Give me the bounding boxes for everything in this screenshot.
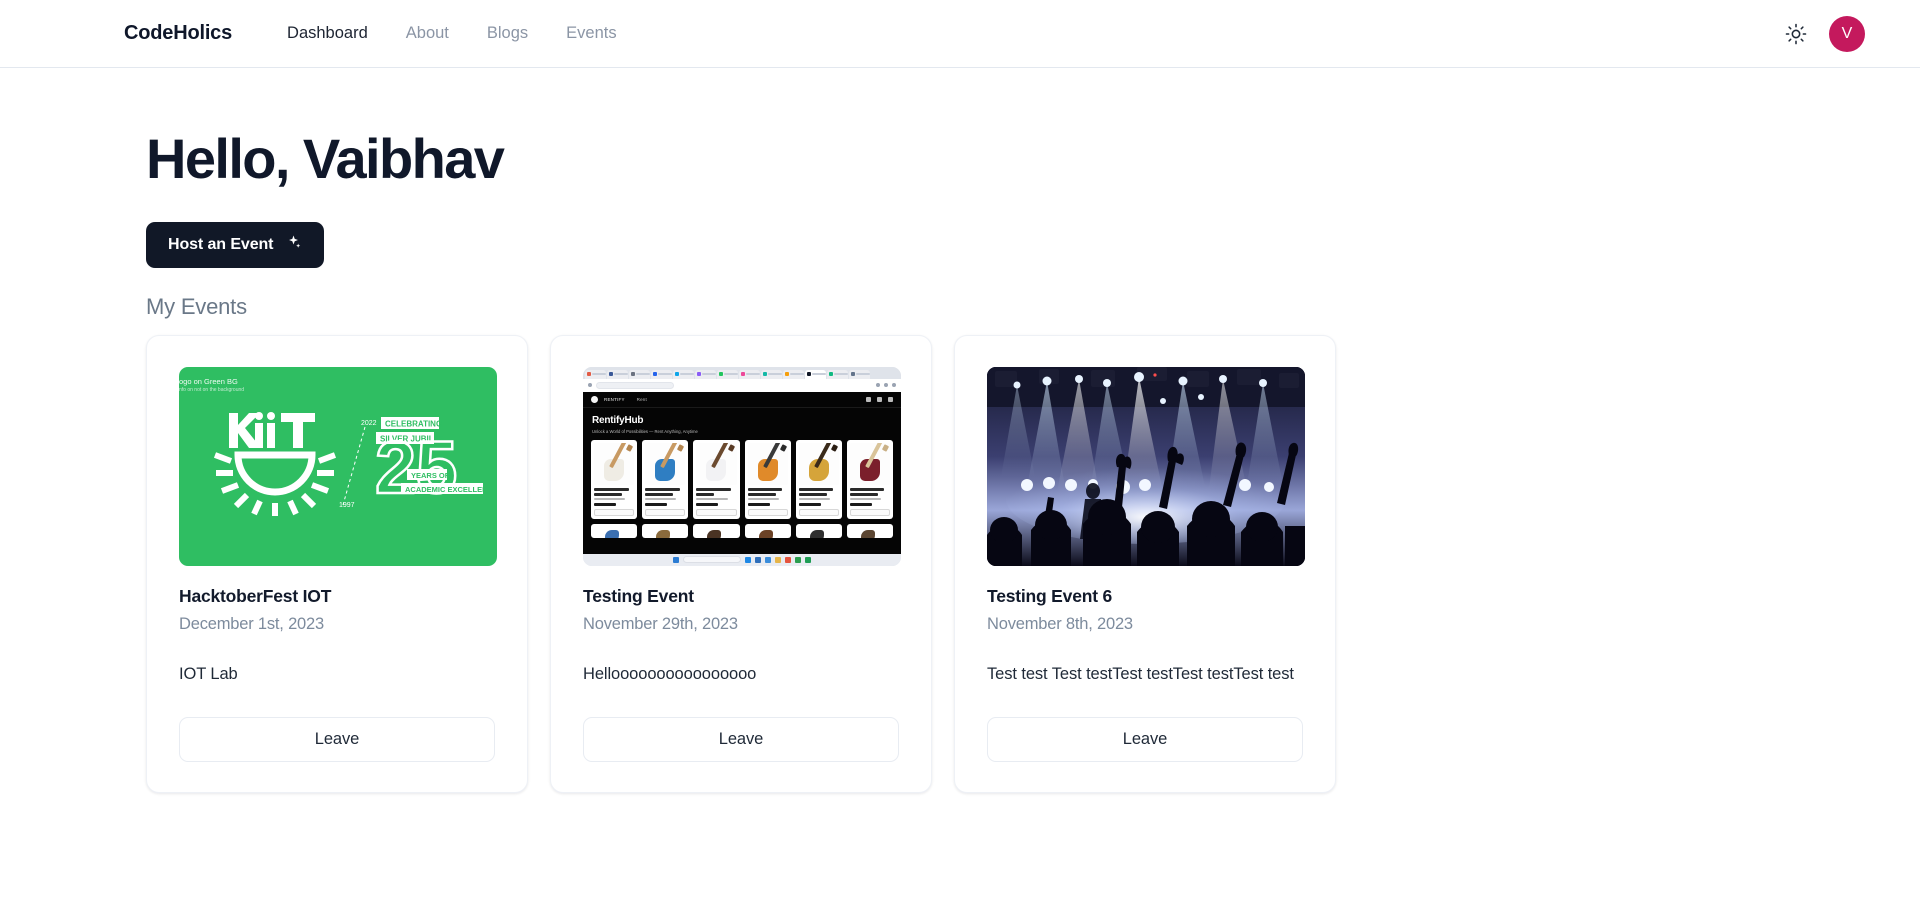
bell-icon — [866, 396, 871, 402]
browser-tab — [607, 369, 628, 379]
browser-tab — [651, 369, 672, 379]
leave-button[interactable]: Leave — [179, 717, 495, 763]
events-grid: ogo on Green BG nfo on not on the backgr… — [146, 334, 1920, 794]
site-nav-brand: RENTIFY — [604, 396, 625, 402]
leave-button[interactable]: Leave — [583, 717, 899, 763]
site-navbar: RENTIFY Rent — [583, 392, 901, 408]
event-card[interactable]: RENTIFY Rent RentifyHub Unlock a World o… — [550, 334, 932, 794]
site-nav-icons — [866, 396, 893, 402]
product-grid — [583, 439, 901, 519]
browser-tab-active — [805, 369, 826, 379]
poster-note-line2: nfo on not on the background — [179, 387, 245, 394]
browser-tab — [761, 369, 782, 379]
svg-text:YEARS OF: YEARS OF — [411, 471, 450, 480]
event-date: November 8th, 2023 — [987, 614, 1133, 633]
browser-tab — [783, 369, 804, 379]
kiit-poster-image: ogo on Green BG nfo on not on the backgr… — [179, 366, 497, 566]
event-image — [987, 366, 1305, 566]
header-actions: V — [1781, 15, 1865, 52]
nav-link-blogs[interactable]: Blogs — [468, 24, 547, 43]
sparkles-icon — [285, 234, 302, 256]
browser-tab — [849, 369, 870, 379]
product-card — [642, 439, 689, 519]
event-description: IOT Lab — [179, 664, 238, 683]
avatar[interactable]: V — [1829, 15, 1865, 52]
event-image: ogo on Green BG nfo on not on the backgr… — [179, 366, 497, 566]
svg-text:1997: 1997 — [339, 502, 355, 509]
brand-logo[interactable]: CodeHolics — [124, 22, 232, 45]
product-card — [744, 439, 791, 519]
event-title: Testing Event 6 — [987, 585, 1113, 606]
product-card — [795, 439, 842, 519]
product-card — [591, 439, 638, 519]
nav-link-about[interactable]: About — [387, 24, 468, 43]
host-an-event-button[interactable]: Host an Event — [146, 221, 325, 268]
product-card — [591, 523, 638, 538]
svg-text:25: 25 — [375, 426, 457, 509]
concert-photo-image — [987, 366, 1305, 566]
site-name: RentifyHub — [592, 414, 644, 426]
product-grid-row2 — [583, 519, 901, 538]
product-card — [846, 523, 893, 538]
top-navigation-bar: CodeHolics Dashboard About Blogs Events … — [0, 0, 1920, 68]
site-logo-icon — [591, 395, 598, 403]
site-hero: RentifyHub Unlock a World of Possibiliti… — [583, 408, 901, 440]
product-card — [846, 439, 893, 519]
event-image: RENTIFY Rent RentifyHub Unlock a World o… — [583, 366, 901, 566]
product-card — [693, 523, 740, 538]
kiit-logo-artwork: 1997 2022 CELEBRATING SILVER JUBILEE 25 … — [213, 411, 485, 516]
browser-tab — [717, 369, 738, 379]
event-description: Helloooooooooooooooo — [583, 664, 757, 683]
svg-text:ACADEMIC EXCELLENCE: ACADEMIC EXCELLENCE — [405, 485, 485, 494]
browser-tab — [827, 369, 848, 379]
browser-tab-strip — [583, 366, 901, 379]
section-title-my-events: My Events — [146, 293, 247, 319]
product-card — [795, 523, 842, 538]
cart-icon — [877, 396, 882, 402]
browser-tab — [673, 369, 694, 379]
product-card — [693, 439, 740, 519]
event-card[interactable]: Testing Event 6 November 8th, 2023 Test … — [954, 334, 1336, 794]
leave-button[interactable]: Leave — [987, 717, 1303, 763]
browser-tab — [629, 369, 650, 379]
browser-screenshot-image: RENTIFY Rent RentifyHub Unlock a World o… — [583, 366, 901, 566]
os-taskbar — [583, 553, 901, 566]
sun-icon[interactable] — [1781, 19, 1811, 49]
event-card[interactable]: ogo on Green BG nfo on not on the backgr… — [146, 334, 528, 794]
site-tagline: Unlock a World of Possibilities — Rent A… — [592, 428, 698, 434]
product-card — [744, 523, 791, 538]
nav-link-events[interactable]: Events — [547, 24, 635, 43]
event-title: HacktoberFest IOT — [179, 585, 332, 606]
event-date: November 29th, 2023 — [583, 614, 738, 633]
main-content: Hello, Vaibhav Host an Event My Events o… — [0, 68, 1920, 794]
browser-tab — [695, 369, 716, 379]
site-nav-link: Rent — [636, 396, 647, 402]
page-title: Hello, Vaibhav — [146, 127, 505, 190]
browser-viewport: RENTIFY Rent RentifyHub Unlock a World o… — [583, 391, 901, 554]
event-date: December 1st, 2023 — [179, 614, 324, 633]
poster-note-line1: ogo on Green BG — [179, 376, 238, 386]
host-an-event-label: Host an Event — [168, 235, 274, 253]
browser-address-bar — [583, 378, 901, 392]
event-description: Test test Test testTest testTest testTes… — [987, 664, 1294, 683]
event-title: Testing Event — [583, 585, 694, 606]
poster-note: ogo on Green BG nfo on not on the backgr… — [179, 376, 244, 395]
browser-tab — [739, 369, 760, 379]
product-card — [642, 523, 689, 538]
nav-link-dashboard[interactable]: Dashboard — [268, 24, 387, 43]
browser-tab — [585, 369, 606, 379]
user-icon — [888, 396, 893, 402]
main-nav: Dashboard About Blogs Events — [268, 24, 636, 43]
